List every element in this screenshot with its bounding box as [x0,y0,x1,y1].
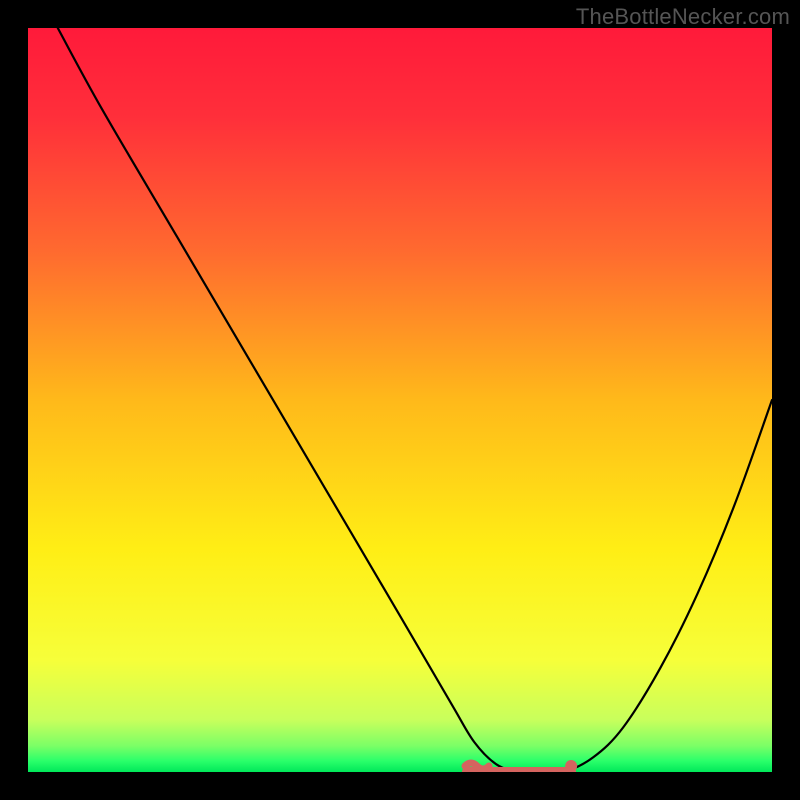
attribution-label: TheBottleNecker.com [576,4,790,30]
chart-canvas [28,28,772,772]
chart-svg [28,28,772,772]
gradient-background [28,28,772,772]
